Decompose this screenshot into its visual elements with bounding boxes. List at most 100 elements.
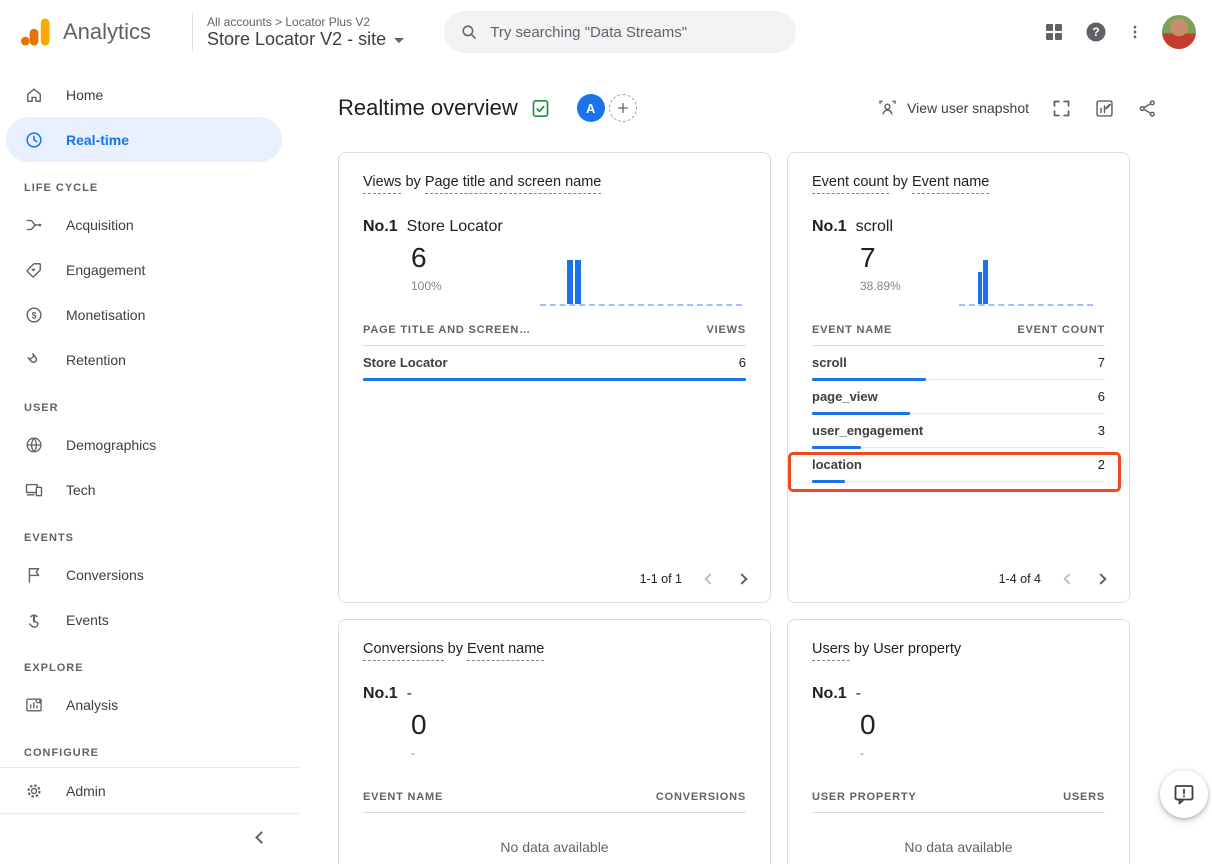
sidebar-section-life-cycle: LIFE CYCLE: [0, 174, 300, 202]
metric-percent: -: [860, 746, 876, 760]
sidebar-item-demographics[interactable]: ▸ Demographics: [6, 422, 282, 467]
tech-devices-icon: [24, 480, 44, 500]
property-name-row[interactable]: Store Locator V2 - site: [207, 29, 404, 50]
view-user-snapshot-button[interactable]: View user snapshot: [877, 98, 1029, 119]
metric-row: 0 -: [812, 707, 1105, 781]
rank-label: No.1: [363, 218, 398, 236]
card-title-by: by: [448, 641, 463, 657]
user-avatar[interactable]: [1162, 15, 1196, 49]
chevron-right-icon[interactable]: [736, 573, 747, 584]
card-conversions-by-event-name: Conversions by Event name No.1 - 0 -: [338, 619, 771, 864]
table-header: PAGE TITLE AND SCREEN… VIEWS: [363, 324, 746, 346]
svg-text:?: ?: [1092, 25, 1099, 39]
sidebar-item-label: Home: [66, 87, 103, 103]
dimension-selector[interactable]: Event name: [912, 174, 989, 194]
sidebar-section-events: EVENTS: [0, 524, 300, 552]
table-row: page_view 6: [812, 380, 1105, 414]
share-icon[interactable]: [1137, 98, 1158, 119]
customise-report-icon[interactable]: [1094, 98, 1115, 119]
table-row: user_engagement 3: [812, 414, 1105, 448]
data-quality-icon[interactable]: [530, 98, 551, 119]
collapse-sidebar-icon[interactable]: [255, 831, 268, 844]
analytics-logo[interactable]: Analytics: [0, 14, 192, 50]
sidebar-item-real-time[interactable]: Real-time: [6, 117, 282, 162]
sidebar-item-acquisition[interactable]: ▸ Acquisition: [6, 202, 282, 247]
metric-value: 0: [860, 707, 876, 742]
card-users-by-user-property: Users by User property No.1 - 0 -: [787, 619, 1130, 864]
events-tap-icon: [24, 610, 44, 630]
column-header: VIEWS: [707, 324, 746, 336]
add-comparison-button[interactable]: [609, 94, 637, 122]
sidebar-item-conversions[interactable]: Conversions: [6, 552, 282, 597]
metric-selector[interactable]: Users: [812, 641, 850, 661]
metric-row: 7 38.89%: [812, 240, 1105, 314]
row-value: 2: [1098, 457, 1105, 472]
sparkline-chart: [540, 260, 742, 306]
cards-grid: Views by Page title and screen name No.1…: [338, 152, 1212, 864]
analysis-chart-icon: [24, 695, 44, 715]
row-name: scroll: [812, 355, 847, 370]
sidebar-item-label: Engagement: [66, 262, 145, 278]
top-entry: No.1 Store Locator: [363, 218, 746, 236]
card-title-by: by: [854, 641, 869, 657]
dimension-selector[interactable]: Event name: [467, 641, 544, 661]
analytics-bars-icon: [18, 14, 54, 50]
acquisition-icon: [24, 215, 44, 235]
sidebar-item-tech[interactable]: ▸ Tech: [6, 467, 282, 512]
sidebar-item-analysis[interactable]: ▸ Analysis: [6, 682, 282, 727]
product-name: Analytics: [63, 19, 151, 45]
clock-icon: [24, 130, 44, 150]
sidebar-item-home[interactable]: Home: [6, 72, 282, 117]
metric-selector[interactable]: Event count: [812, 174, 889, 194]
feedback-bubble-icon: [1172, 782, 1196, 806]
column-header: EVENT NAME: [812, 324, 892, 336]
home-icon: [24, 85, 44, 105]
property-name: Store Locator V2 - site: [207, 29, 386, 50]
apps-grid-icon[interactable]: [1042, 20, 1066, 44]
card-title: Event count by Event name: [812, 171, 1105, 194]
row-bar: [812, 480, 845, 483]
card-views-by-page-title: Views by Page title and screen name No.1…: [338, 152, 771, 603]
row-name: page_view: [812, 389, 878, 404]
top-entry-name: -: [856, 685, 861, 703]
sidebar-section-user: USER: [0, 394, 300, 422]
card-title: Users by User property: [812, 638, 1105, 661]
property-selector[interactable]: All accounts > Locator Plus V2 Store Loc…: [207, 15, 404, 50]
metric-selector[interactable]: Conversions: [363, 641, 444, 661]
help-icon[interactable]: ?: [1084, 20, 1108, 44]
sidebar-item-engagement[interactable]: ▸ Engagement: [6, 247, 282, 292]
sidebar-item-monetisation[interactable]: ▸ $ Monetisation: [6, 292, 282, 337]
top-entry: No.1 -: [363, 685, 746, 703]
retention-magnet-icon: [24, 350, 44, 370]
metric-selector[interactable]: Views: [363, 174, 401, 194]
search-input[interactable]: [490, 24, 780, 41]
chevron-left-icon[interactable]: [704, 573, 715, 584]
search-bar[interactable]: [444, 11, 796, 53]
more-vertical-icon[interactable]: [1126, 20, 1144, 44]
page-header: Realtime overview A: [338, 88, 1158, 128]
chevron-left-icon[interactable]: [1063, 573, 1074, 584]
top-bar: Analytics All accounts > Locator Plus V2…: [0, 0, 1212, 64]
sidebar-item-label: Monetisation: [66, 307, 145, 323]
top-entry-name: scroll: [856, 218, 893, 236]
sidebar-item-admin[interactable]: Admin: [6, 768, 282, 813]
metric-row: 0 -: [363, 707, 746, 781]
pagination-label: 1-1 of 1: [640, 572, 682, 586]
sidebar-item-label: Events: [66, 612, 109, 628]
monetisation-icon: $: [24, 305, 44, 325]
feedback-button[interactable]: [1160, 770, 1208, 818]
sidebar-item-events[interactable]: Events: [6, 597, 282, 642]
row-value: 3: [1098, 423, 1105, 438]
header-divider: [192, 13, 193, 51]
fullscreen-icon[interactable]: [1051, 98, 1072, 119]
plus-icon: [616, 101, 630, 115]
sidebar-item-retention[interactable]: ▸ Retention: [6, 337, 282, 382]
user-snapshot-icon: [877, 98, 898, 119]
top-entry: No.1 -: [812, 685, 1105, 703]
dimension-selector[interactable]: Page title and screen name: [425, 174, 602, 194]
main-content: Realtime overview A: [300, 64, 1212, 864]
sidebar: Home Real-time LIFE CYCLE ▸ Acquisition …: [0, 64, 300, 864]
chevron-right-icon[interactable]: [1095, 573, 1106, 584]
comparison-badge[interactable]: A: [577, 94, 605, 122]
no-data-message: No data available: [363, 839, 746, 855]
